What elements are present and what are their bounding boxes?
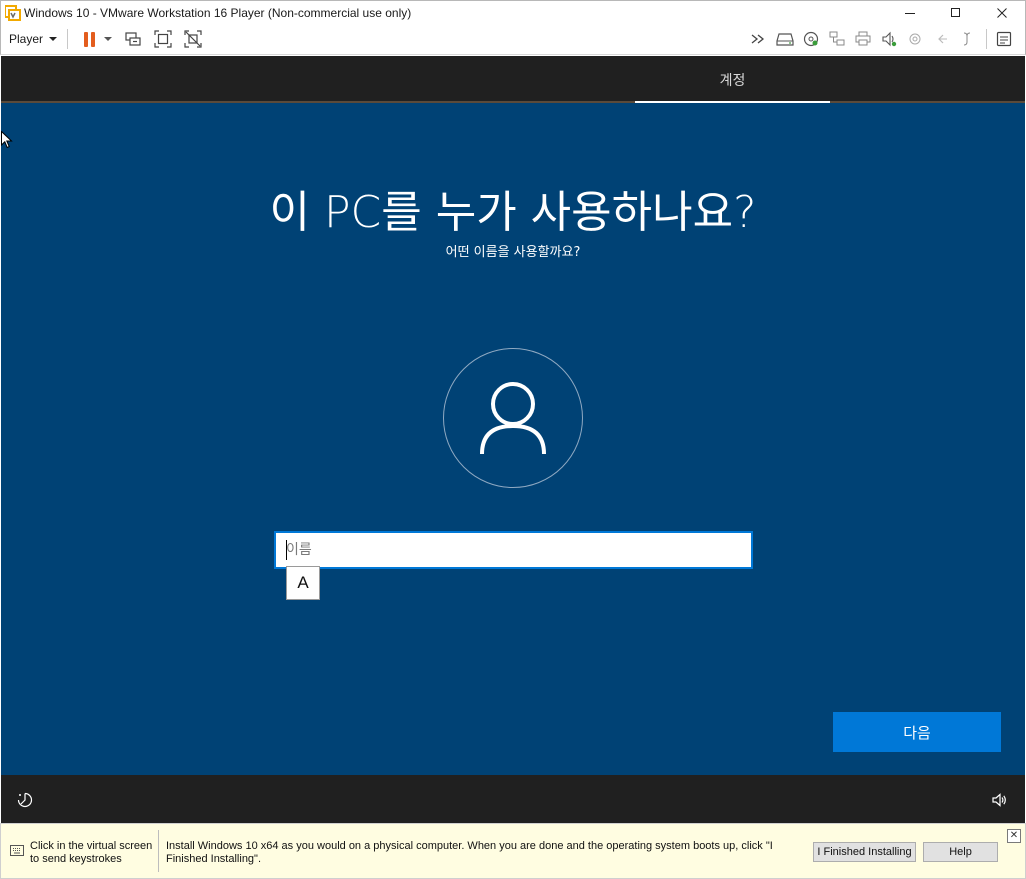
ease-of-access-icon[interactable] [17, 792, 33, 808]
click-to-send-keystrokes-text: Click in the virtual screen to send keys… [30, 840, 153, 865]
minimize-button[interactable] [887, 1, 933, 24]
fit-guest-icon [154, 30, 172, 48]
toolbar-divider [67, 29, 69, 49]
toolbar-divider [986, 29, 987, 49]
maximize-icon [951, 7, 960, 17]
chevron-down-icon [49, 37, 58, 41]
power-dropdown-icon[interactable] [104, 37, 113, 41]
close-icon [997, 7, 1007, 18]
window-title: Windows 10 - VMware Workstation 16 Playe… [24, 5, 412, 20]
oobe-progress-line [1, 101, 1025, 103]
keyboard-icon [10, 845, 24, 856]
oobe-bottom-bar [1, 775, 1025, 823]
player-menu-button[interactable]: Player [9, 32, 58, 46]
minimize-icon [905, 12, 915, 14]
virtual-machine-screen[interactable]: 계정 이 PC를 누가 사용하나요? 어떤 이름을 사용할까요? A 다음 [1, 56, 1025, 823]
sound-icon[interactable] [878, 28, 900, 50]
network-icon[interactable] [826, 28, 848, 50]
page-subtitle: 어떤 이름을 사용할까요? [445, 245, 581, 260]
title-bar: Windows 10 - VMware Workstation 16 Playe… [0, 0, 1026, 24]
close-window-button[interactable] [979, 1, 1025, 24]
maximize-button[interactable] [933, 1, 979, 24]
unity-mode-button[interactable] [182, 28, 204, 50]
vmware-app-icon[interactable] [4, 4, 21, 21]
player-menu-label: Player [9, 32, 44, 46]
pause-icon [83, 31, 95, 47]
user-icon [480, 382, 546, 455]
hard-disk-icon[interactable] [774, 28, 796, 50]
user-avatar [443, 348, 583, 488]
fast-forward-icon[interactable] [748, 28, 770, 50]
hint-divider [158, 830, 159, 872]
pause-button[interactable] [78, 28, 100, 50]
close-hint-button[interactable]: ✕ [1007, 829, 1021, 843]
mouse-cursor-icon [1, 131, 13, 149]
display-icon[interactable] [930, 28, 952, 50]
unity-mode-icon [184, 30, 202, 48]
device-icons [748, 28, 1019, 50]
text-caret [286, 540, 287, 560]
name-input[interactable] [274, 531, 753, 569]
page-title: 이 PC를 누가 사용하나요? [269, 187, 757, 238]
install-instructions-text: Install Windows 10 x64 as you would on a… [166, 840, 773, 865]
cd-dvd-icon[interactable] [800, 28, 822, 50]
oobe-top-bar [1, 56, 1025, 103]
fit-guest-button[interactable] [152, 28, 174, 50]
help-button[interactable]: Help [923, 842, 998, 862]
window-controls [887, 1, 1025, 24]
usb-icon[interactable] [904, 28, 926, 50]
send-ctrl-alt-del-icon [125, 32, 141, 46]
install-hint-bar: Click in the virtual screen to send keys… [0, 823, 1026, 879]
ime-mode-indicator[interactable]: A [286, 566, 320, 600]
send-ctrl-alt-del-button[interactable] [122, 28, 144, 50]
tab-account-underline [635, 101, 830, 103]
messages-icon[interactable] [993, 28, 1015, 50]
serial-icon[interactable] [956, 28, 978, 50]
finished-installing-button[interactable]: I Finished Installing [813, 842, 916, 862]
tab-account: 계정 [719, 72, 746, 89]
printer-icon[interactable] [852, 28, 874, 50]
player-toolbar: Player [0, 24, 1026, 55]
next-button[interactable]: 다음 [833, 712, 1001, 752]
volume-icon[interactable] [991, 792, 1007, 808]
